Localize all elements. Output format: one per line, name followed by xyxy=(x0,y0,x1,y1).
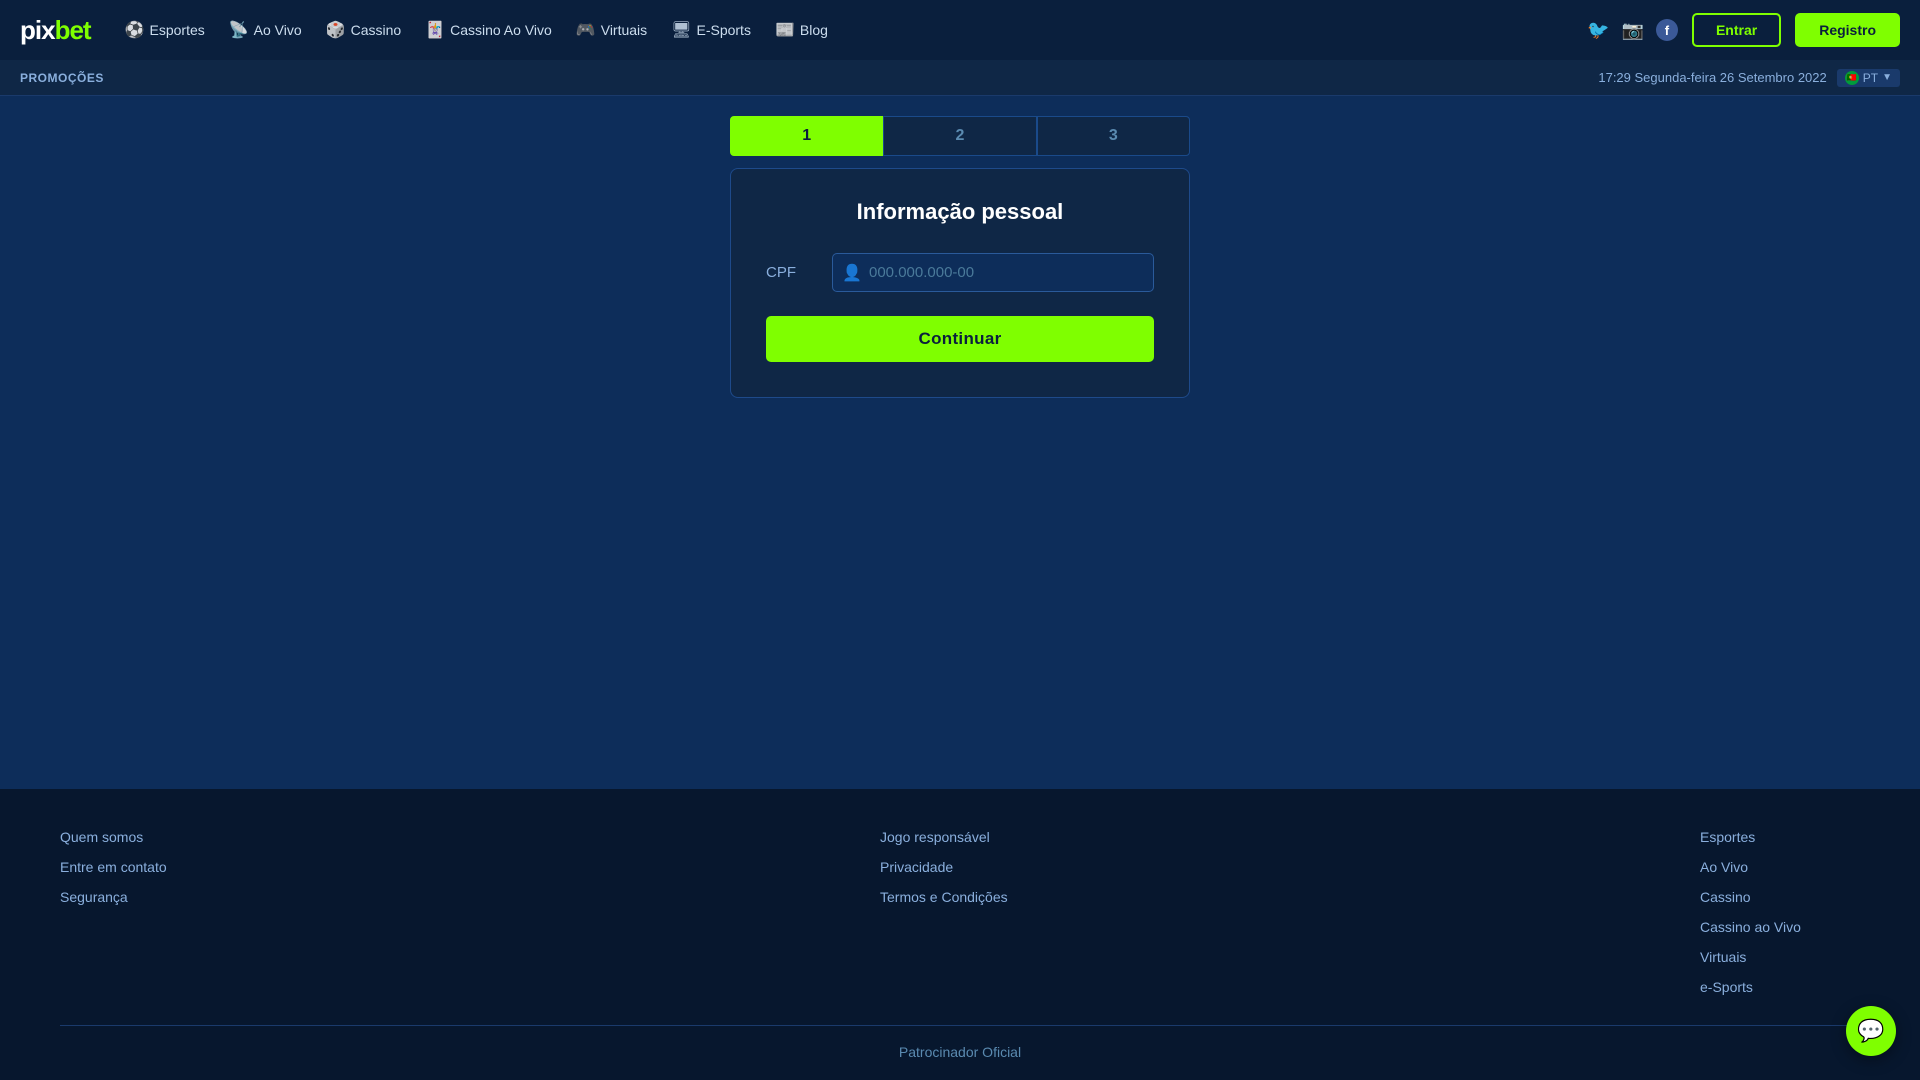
instagram-icon[interactable]: 📷 xyxy=(1622,20,1644,41)
main-nav: ⚽ Esportes 📡 Ao Vivo 🎲 Cassino 🃏 Cassino… xyxy=(115,14,838,46)
ao-vivo-icon: 📡 xyxy=(229,20,249,40)
nav-item-esportes[interactable]: ⚽ Esportes xyxy=(115,14,215,46)
footer-col-2: Jogo responsável Privacidade Termos e Co… xyxy=(880,829,1040,995)
flag-icon: 🇵🇹 xyxy=(1845,71,1859,85)
footer-link-ao-vivo[interactable]: Ao Vivo xyxy=(1700,859,1860,875)
datetime-lang: 17:29 Segunda-feira 26 Setembro 2022 🇵🇹 … xyxy=(1598,69,1900,87)
cpf-label: CPF xyxy=(766,264,816,281)
footer-link-seguranca[interactable]: Segurança xyxy=(60,889,220,905)
virtuais-icon: 🎮 xyxy=(576,20,596,40)
lang-selector[interactable]: 🇵🇹 PT ▼ xyxy=(1837,69,1900,87)
registration-card: Informação pessoal CPF 👤 Continuar xyxy=(730,168,1190,398)
nav-item-e-sports[interactable]: 🖥 E-Sports xyxy=(661,14,761,46)
promo-label: PROMOÇÕES xyxy=(20,71,104,85)
footer-link-contato[interactable]: Entre em contato xyxy=(60,859,220,875)
footer-link-virtuais[interactable]: Virtuais xyxy=(1700,949,1860,965)
nav-label-cassino: Cassino xyxy=(351,22,402,38)
step-3[interactable]: 3 xyxy=(1037,116,1190,156)
cpf-input[interactable] xyxy=(832,253,1154,292)
nav-label-virtuais: Virtuais xyxy=(601,22,647,38)
nav-item-virtuais[interactable]: 🎮 Virtuais xyxy=(566,14,657,46)
step-3-label: 3 xyxy=(1109,127,1118,145)
nav-item-cassino-ao-vivo[interactable]: 🃏 Cassino Ao Vivo xyxy=(415,14,562,46)
chevron-down-icon: ▼ xyxy=(1882,72,1892,83)
logo-bet: bet xyxy=(55,15,91,46)
promo-bar: PROMOÇÕES 17:29 Segunda-feira 26 Setembr… xyxy=(0,60,1920,96)
step-2[interactable]: 2 xyxy=(883,116,1036,156)
footer-bottom: Patrocinador Oficial xyxy=(60,1025,1860,1060)
nav-item-blog[interactable]: 📰 Blog xyxy=(765,14,838,46)
footer-link-esportes[interactable]: Esportes xyxy=(1700,829,1860,845)
footer-link-cassino[interactable]: Cassino xyxy=(1700,889,1860,905)
blog-icon: 📰 xyxy=(775,20,795,40)
cassino-ao-vivo-icon: 🃏 xyxy=(425,20,445,40)
steps-container: 1 2 3 xyxy=(730,116,1190,156)
esportes-icon: ⚽ xyxy=(125,20,145,40)
nav-label-blog: Blog xyxy=(800,22,828,38)
logo-pix: pix xyxy=(20,15,55,46)
footer-link-jogo-resp[interactable]: Jogo responsável xyxy=(880,829,1040,845)
logo[interactable]: pix bet xyxy=(20,15,91,46)
main-content: 1 2 3 Informação pessoal CPF 👤 Continuar xyxy=(0,96,1920,789)
social-icons: 🐦 📷 f xyxy=(1587,19,1678,41)
nav-label-cassino-ao-vivo: Cassino Ao Vivo xyxy=(450,22,552,38)
footer-link-quem-somos[interactable]: Quem somos xyxy=(60,829,220,845)
header-left: pix bet ⚽ Esportes 📡 Ao Vivo 🎲 Cassino 🃏… xyxy=(20,14,838,46)
lang-label: PT xyxy=(1863,71,1878,85)
footer-columns: Quem somos Entre em contato Segurança Jo… xyxy=(60,829,1860,995)
nav-label-e-sports: E-Sports xyxy=(696,22,750,38)
nav-item-cassino[interactable]: 🎲 Cassino xyxy=(316,14,412,46)
footer-col-1: Quem somos Entre em contato Segurança xyxy=(60,829,220,995)
login-button[interactable]: Entrar xyxy=(1692,13,1781,47)
nav-label-ao-vivo: Ao Vivo xyxy=(254,22,302,38)
footer-link-privacidade[interactable]: Privacidade xyxy=(880,859,1040,875)
nav-item-ao-vivo[interactable]: 📡 Ao Vivo xyxy=(219,14,312,46)
footer-link-termos[interactable]: Termos e Condições xyxy=(880,889,1040,905)
step-1-label: 1 xyxy=(802,127,811,145)
cassino-icon: 🎲 xyxy=(326,20,346,40)
header-right: 🐦 📷 f Entrar Registro xyxy=(1587,13,1900,47)
cpf-input-wrapper: 👤 xyxy=(832,253,1154,292)
datetime-text: 17:29 Segunda-feira 26 Setembro 2022 xyxy=(1598,70,1826,85)
footer-link-cassino-vivo[interactable]: Cassino ao Vivo xyxy=(1700,919,1860,935)
e-sports-icon: 🖥 xyxy=(671,20,691,40)
footer: Quem somos Entre em contato Segurança Jo… xyxy=(0,789,1920,1080)
chat-button[interactable]: 💬 xyxy=(1846,1006,1896,1056)
continuar-button[interactable]: Continuar xyxy=(766,316,1154,362)
register-button[interactable]: Registro xyxy=(1795,13,1900,47)
cpf-row: CPF 👤 xyxy=(766,253,1154,292)
facebook-icon[interactable]: f xyxy=(1656,19,1678,41)
nav-label-esportes: Esportes xyxy=(150,22,205,38)
sponsor-label: Patrocinador Oficial xyxy=(899,1044,1021,1060)
twitter-icon[interactable]: 🐦 xyxy=(1587,20,1609,41)
footer-link-e-sports[interactable]: e-Sports xyxy=(1700,979,1860,995)
footer-col-3: Esportes Ao Vivo Cassino Cassino ao Vivo… xyxy=(1700,829,1860,995)
card-title: Informação pessoal xyxy=(766,199,1154,225)
step-1[interactable]: 1 xyxy=(730,116,883,156)
chat-icon: 💬 xyxy=(1857,1018,1884,1044)
header: pix bet ⚽ Esportes 📡 Ao Vivo 🎲 Cassino 🃏… xyxy=(0,0,1920,60)
step-2-label: 2 xyxy=(956,127,965,145)
